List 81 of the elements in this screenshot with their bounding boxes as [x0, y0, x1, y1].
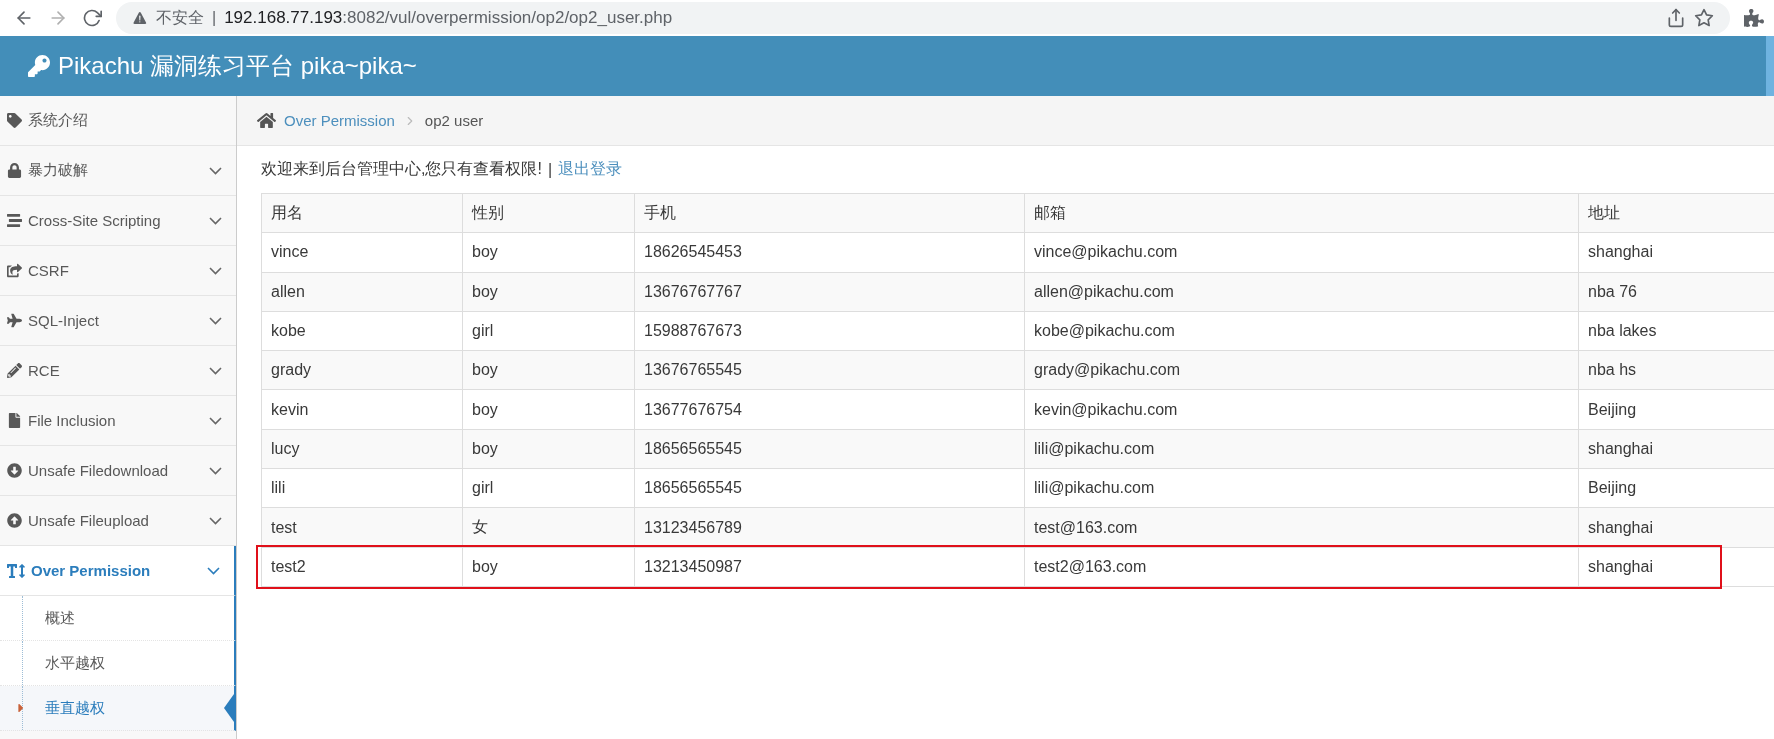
submenu-item[interactable]: 概述 [0, 596, 236, 641]
separator: | [547, 160, 553, 179]
table-cell: lili@pikachu.com [1024, 469, 1578, 508]
table-cell: grady@pikachu.com [1024, 351, 1578, 390]
url-text: 192.168.77.193:8082/vul/overpermission/op2/op2_user.php [224, 8, 673, 28]
submenu-item[interactable]: 垂直越权 [0, 686, 236, 731]
welcome-text: 欢迎来到后台管理中心,您只有查看权限! [261, 159, 542, 179]
table-cell: 13676767767 [634, 272, 1024, 311]
table-cell: boy [462, 547, 634, 586]
puzzle-icon[interactable] [1744, 8, 1764, 28]
menu-icon [7, 313, 22, 328]
table-cell: 15988767673 [634, 311, 1024, 351]
table-cell: test@163.com [1024, 508, 1578, 547]
table-cell: shanghai [1578, 547, 1774, 586]
table-cell: 13213450987 [634, 547, 1024, 586]
table-cell: Beijing [1578, 390, 1774, 429]
menu-icon [7, 163, 22, 178]
breadcrumb-current: op2 user [424, 112, 484, 129]
table-cell: kevin [261, 390, 462, 429]
table-cell: boy [462, 429, 634, 469]
table-cell: allen [261, 272, 462, 311]
table-cell: shanghai [1578, 508, 1774, 547]
table-cell: boy [462, 233, 634, 272]
table-cell: shanghai [1578, 429, 1774, 469]
table-cell: Beijing [1578, 469, 1774, 508]
menu-icon [7, 263, 22, 278]
table-cell: test [261, 508, 462, 547]
table-cell: girl [462, 311, 634, 351]
table-cell: test2 [261, 547, 462, 586]
submenu-item[interactable]: 水平越权 [0, 641, 236, 686]
table-cell: 13677676754 [634, 390, 1024, 429]
warning-icon [132, 10, 148, 26]
logout-link[interactable]: 退出登录 [558, 159, 623, 180]
table-cell: lili@pikachu.com [1024, 429, 1578, 469]
site-title: Pikachu 漏洞练习平台 pika~pika~ [58, 51, 417, 81]
table-cell: girl [462, 469, 634, 508]
table-cell: grady [261, 351, 462, 390]
table-cell: kevin@pikachu.com [1024, 390, 1578, 429]
table-cell: boy [462, 351, 634, 390]
separator: | [212, 9, 217, 27]
column-header: 性别 [462, 194, 634, 233]
menu-icon [7, 463, 22, 478]
table-cell: vince@pikachu.com [1024, 233, 1578, 272]
table-cell: 18656565545 [634, 429, 1024, 469]
table-cell: boy [462, 272, 634, 311]
table-cell: nba hs [1578, 351, 1774, 390]
table-cell: boy [462, 390, 634, 429]
menu-icon [7, 213, 22, 228]
table-cell: kobe@pikachu.com [1024, 311, 1578, 351]
table-cell: 13676765545 [634, 351, 1024, 390]
address-bar[interactable]: 不安全 | 192.168.77.193:8082/vul/overpermission/op2/op2_user.php [116, 2, 1730, 34]
table-cell: 18626545453 [634, 233, 1024, 272]
column-header: 地址 [1578, 194, 1774, 233]
menu-icon [7, 561, 25, 580]
table-cell: vince [261, 233, 462, 272]
table-cell: nba 76 [1578, 272, 1774, 311]
table-cell: lucy [261, 429, 462, 469]
table-cell: 18656565545 [634, 469, 1024, 508]
home-icon[interactable] [257, 111, 276, 130]
sidebar-item[interactable]: Over Permission [0, 546, 236, 596]
triangle-icon [224, 694, 234, 722]
menu-icon [7, 113, 22, 128]
reload-icon[interactable] [82, 8, 102, 28]
table-cell: shanghai [1578, 233, 1774, 272]
key-icon [28, 55, 50, 77]
star-icon[interactable] [1694, 8, 1714, 28]
column-header: 用名 [261, 194, 462, 233]
table-cell: kobe [261, 311, 462, 351]
table-cell: 13123456789 [634, 508, 1024, 547]
table-cell: 女 [462, 508, 634, 547]
menu-icon [7, 363, 22, 378]
table-cell: lili [261, 469, 462, 508]
menu-icon [7, 513, 22, 528]
column-header: 手机 [634, 194, 1024, 233]
menu-icon [7, 413, 22, 428]
table-cell: test2@163.com [1024, 547, 1578, 586]
table-cell: nba lakes [1578, 311, 1774, 351]
security-label: 不安全 [156, 7, 204, 28]
column-header: 邮箱 [1024, 194, 1578, 233]
table-cell: allen@pikachu.com [1024, 272, 1578, 311]
share-icon[interactable] [1666, 8, 1686, 28]
